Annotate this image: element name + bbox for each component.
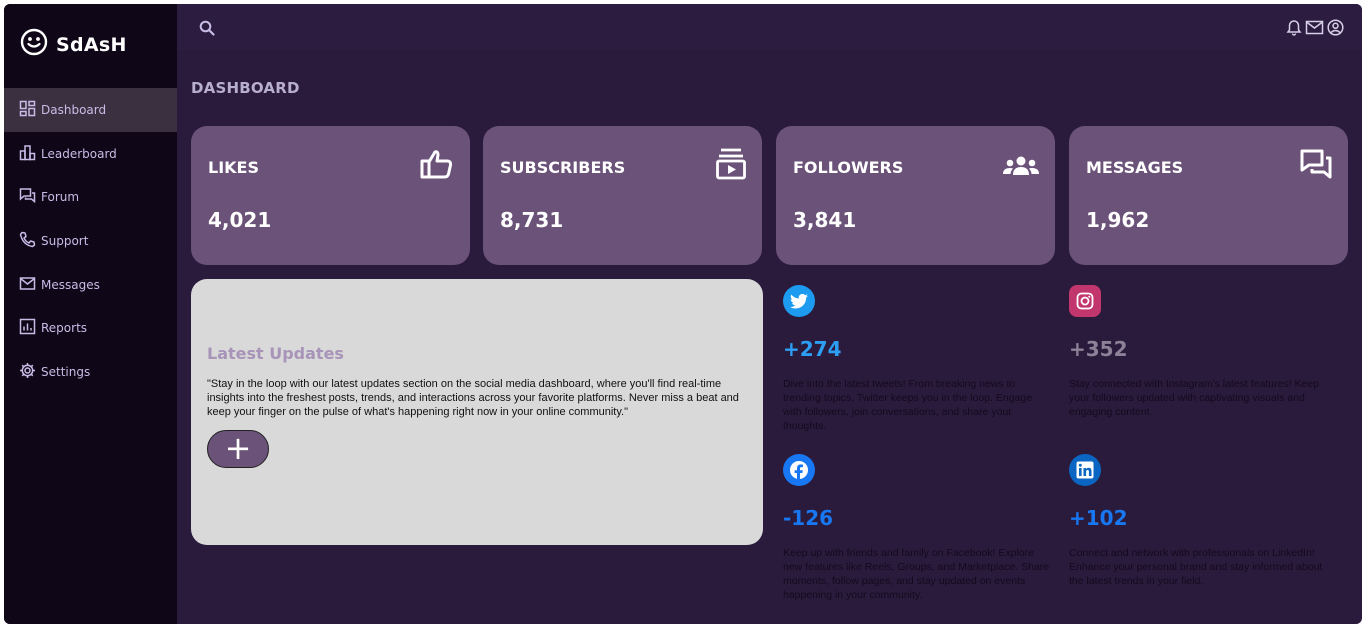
sidebar-item-messages[interactable]: Messages [4,263,177,307]
stat-card-subscribers[interactable]: SUBSCRIBERS 8,731 [483,126,762,265]
social-count: +274 [783,337,842,361]
sidebar-item-reports[interactable]: Reports [4,306,177,350]
stat-card-likes[interactable]: LIKES 4,021 [191,126,470,265]
stat-label: SUBSCRIBERS [500,158,626,177]
brand-title: SdAsH [56,33,127,56]
users-icon [1003,156,1039,181]
mail-icon [19,275,36,295]
stat-value: 8,731 [500,208,564,232]
reports-icon [19,318,36,338]
latest-updates-panel: Latest Updates "Stay in the loop with ou… [191,279,763,545]
social-count: +102 [1069,506,1128,530]
social-count: -126 [783,506,834,530]
social-text: Keep up with friends and family on Faceb… [783,547,1050,601]
sidebar-item-leaderboard[interactable]: Leaderboard [4,132,177,176]
smiley-icon [20,28,48,61]
social-text: Connect and network with professionals o… [1069,547,1323,587]
social-card-linkedin[interactable]: +102 Connect and network with profession… [1069,454,1339,588]
sidebar-item-label: Support [41,233,89,248]
social-text: Dive into the latest tweets! From breaki… [783,378,1033,432]
sidebar-item-label: Reports [41,321,88,336]
stat-label: MESSAGES [1086,158,1184,177]
sidebar-item-label: Dashboard [41,102,107,117]
bell-icon[interactable] [1286,19,1302,36]
dashboard-icon [19,100,36,120]
sidebar-item-label: Forum [41,190,80,205]
stat-label: LIKES [208,158,259,177]
updates-text: "Stay in the loop with our latest update… [207,378,739,418]
leaderboard-icon [19,144,36,164]
sidebar-item-label: Messages [41,277,100,292]
facebook-icon[interactable] [783,454,815,486]
topbar-actions [1286,19,1344,36]
sidebar: SdAsH Dashboard Leaderboard Forum Suppor… [4,4,177,624]
stat-label: FOLLOWERS [793,158,904,177]
twitter-icon[interactable] [783,285,815,317]
page-title: DASHBOARD [191,79,300,97]
app-window: SdAsH Dashboard Leaderboard Forum Suppor… [4,4,1362,624]
social-text: Stay connected with Instagram's latest f… [1069,378,1320,418]
subscriptions-icon [716,148,746,185]
updates-title: Latest Updates [207,344,344,363]
linkedin-icon[interactable] [1069,454,1101,486]
stat-card-messages[interactable]: MESSAGES 1,962 [1069,126,1348,265]
chat-icon [1300,148,1332,185]
sidebar-item-dashboard[interactable]: Dashboard [4,88,177,132]
main-content: DASHBOARD LIKES 4,021 SUBSCRIBERS 8,731 … [177,4,1362,624]
search-icon[interactable] [199,20,215,41]
stat-value: 1,962 [1086,208,1150,232]
social-count: +352 [1069,337,1128,361]
sidebar-item-support[interactable]: Support [4,219,177,263]
stat-value: 3,841 [793,208,857,232]
social-card-twitter[interactable]: +274 Dive into the latest tweets! From b… [783,285,1053,433]
sidebar-item-label: Leaderboard [41,146,117,161]
add-button[interactable]: + [207,430,269,468]
social-card-instagram[interactable]: +352 Stay connected with Instagram's lat… [1069,285,1339,419]
user-circle-icon[interactable] [1327,19,1344,36]
forum-icon [19,187,36,207]
sidebar-item-forum[interactable]: Forum [4,175,177,219]
sidebar-nav: Dashboard Leaderboard Forum Support Mess… [4,88,177,394]
mail-icon[interactable] [1305,19,1324,36]
sidebar-item-settings[interactable]: Settings [4,350,177,394]
stat-card-followers[interactable]: FOLLOWERS 3,841 [776,126,1055,265]
topbar [177,4,1362,50]
gear-icon [19,362,36,382]
phone-icon [19,231,36,251]
social-card-facebook[interactable]: -126 Keep up with friends and family on … [783,454,1053,602]
stat-value: 4,021 [208,208,272,232]
brand[interactable]: SdAsH [20,28,127,61]
thumbs-up-icon [420,148,454,185]
sidebar-item-label: Settings [41,364,91,379]
instagram-icon[interactable] [1069,285,1101,317]
